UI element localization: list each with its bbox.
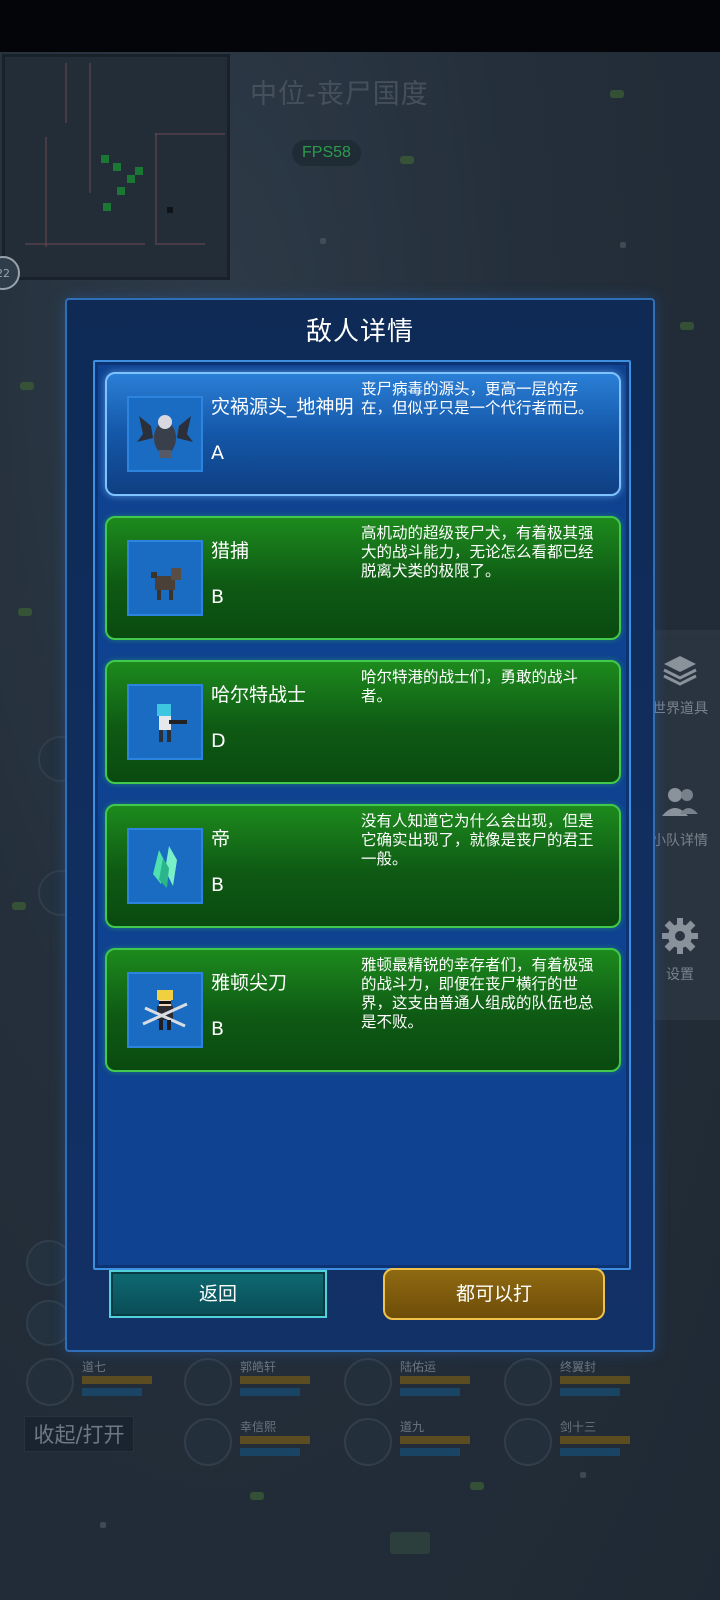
enemy-rank: B xyxy=(211,586,225,608)
enemy-rank: B xyxy=(211,874,225,896)
gunner-sprite xyxy=(157,704,187,742)
enemy-name: 帝 xyxy=(211,828,231,850)
enemy-name: 雅顿尖刀 xyxy=(211,972,288,994)
enemy-name: 哈尔特战士 xyxy=(211,684,307,706)
back-button[interactable]: 返回 xyxy=(109,1270,327,1318)
enemy-portrait xyxy=(127,972,203,1048)
enemy-card[interactable]: 猎捕 B 高机动的超级丧尸犬，有着极其强大的战斗能力，无论怎么看都已经脱离犬类的… xyxy=(105,516,621,640)
enemy-name: 灾祸源头_地神明 xyxy=(211,396,354,418)
enemy-description: 没有人知道它为什么会出现，但是它确实出现了，就像是丧尸的君王一般。 xyxy=(361,812,594,868)
enemy-card[interactable]: 哈尔特战士 D 哈尔特港的战士们，勇敢的战斗者。 xyxy=(105,660,621,784)
dialog-title: 敌人详情 xyxy=(305,317,414,347)
enemy-description: 高机动的超级丧尸犬，有着极其强大的战斗能力，无论怎么看都已经脱离犬类的极限了。 xyxy=(361,524,594,580)
enemy-name: 猎捕 xyxy=(211,540,250,562)
enemy-portrait xyxy=(127,684,203,760)
enemy-list[interactable]: 灾祸源头_地神明 A 丧尸病毒的源头，更高一层的存在，但似乎只是一个代行者而已。… xyxy=(93,360,631,1270)
enemy-rank: D xyxy=(211,730,226,752)
enemy-rank: A xyxy=(211,442,224,464)
blade-squad-sprite xyxy=(142,990,188,1030)
enemy-card[interactable]: 帝 B 没有人知道它为什么会出现，但是它确实出现了，就像是丧尸的君王一般。 xyxy=(105,804,621,928)
enemy-description: 雅顿最精锐的幸存者们，有着极强的战斗力，即便在丧尸横行的世界，这支由普通人组成的… xyxy=(361,956,594,1031)
enemy-details-dialog: 敌人详情 灾祸源头_地神明 A 丧尸病毒的源头，更高一层的存在，但似乎只是一个代… xyxy=(65,298,655,1352)
zombie-dog-sprite xyxy=(151,568,181,600)
enemy-rank: B xyxy=(211,1018,225,1040)
enemy-portrait xyxy=(127,396,203,472)
enemy-portrait xyxy=(127,540,203,616)
winged-demon-sprite xyxy=(137,415,193,458)
enemy-portrait xyxy=(127,828,203,904)
enemy-card[interactable]: 雅顿尖刀 B 雅顿最精锐的幸存者们，有着极强的战斗力，即便在丧尸横行的世界，这支… xyxy=(105,948,621,1072)
enemy-description: 哈尔特港的战士们，勇敢的战斗者。 xyxy=(361,668,579,705)
crystal-sprite xyxy=(153,846,177,888)
all-fightable-button[interactable]: 都可以打 xyxy=(383,1268,605,1320)
enemy-card[interactable]: 灾祸源头_地神明 A 丧尸病毒的源头，更高一层的存在，但似乎只是一个代行者而已。 xyxy=(105,372,621,496)
enemy-description: 丧尸病毒的源头，更高一层的存在，但似乎只是一个代行者而已。 xyxy=(361,380,594,417)
